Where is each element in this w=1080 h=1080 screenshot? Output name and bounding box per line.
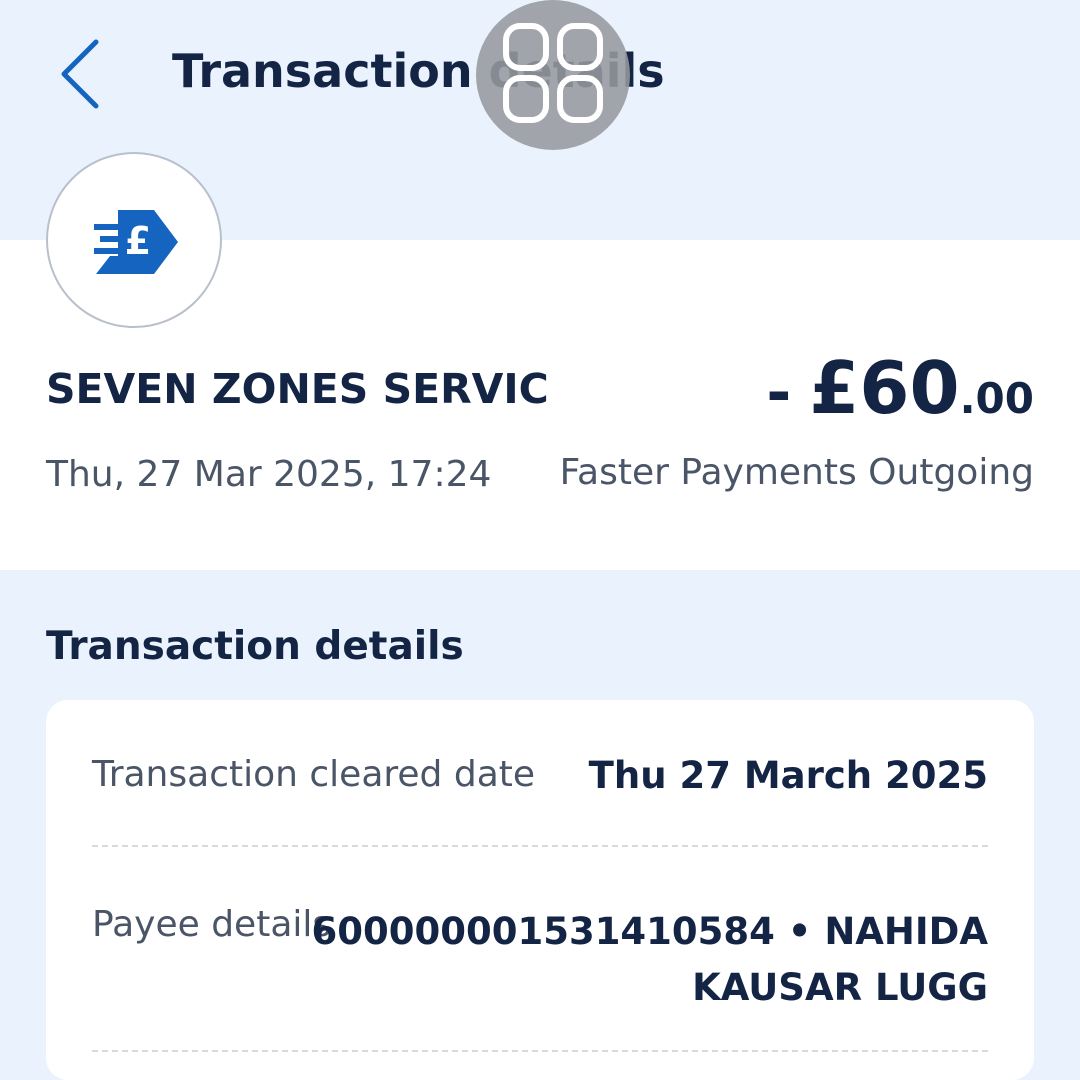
back-button[interactable] (52, 36, 112, 116)
transaction-amount: - £60.00 (766, 346, 1034, 430)
payee-details-line1: 600000001531410584 • NAHIDA (311, 910, 989, 953)
payee-details-value: 600000001531410584 • NAHIDA KAUSAR LUGG (312, 904, 989, 1016)
payee-details-line2: KAUSAR LUGG (692, 966, 988, 1009)
amount-major: £60 (809, 346, 960, 430)
svg-text:£: £ (125, 219, 151, 263)
amount-sign: - (766, 358, 792, 428)
cleared-date-label: Transaction cleared date (92, 754, 536, 795)
divider (92, 1050, 988, 1052)
section-heading: Transaction details (46, 624, 464, 669)
transaction-datetime: Thu, 27 Mar 2025, 17:24 (46, 454, 492, 495)
merchant-name: SEVEN ZONES SERVIC (46, 365, 549, 413)
payee-details-label: Payee details (92, 904, 332, 945)
chevron-left-icon (61, 39, 99, 109)
details-card: Transaction cleared date Thu 27 March 20… (46, 700, 1034, 1080)
amount-minor: .00 (959, 374, 1034, 423)
divider (92, 845, 988, 847)
faster-payment-pound-icon: £ (94, 210, 178, 274)
screen-overlay-icon[interactable] (476, 0, 630, 150)
transaction-type: Faster Payments Outgoing (559, 452, 1034, 493)
cleared-date-value: Thu 27 March 2025 (588, 754, 988, 797)
merchant-logo: £ (46, 152, 222, 328)
